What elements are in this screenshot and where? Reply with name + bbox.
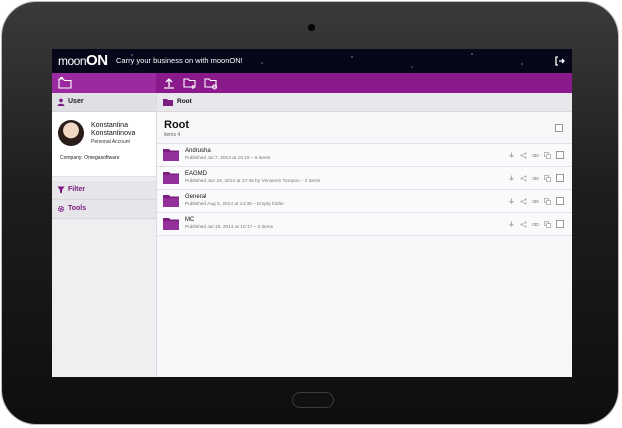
filter-label: Filter	[68, 186, 86, 193]
user-section-header[interactable]: User	[52, 93, 156, 112]
folder-name[interactable]: Andrusha	[185, 148, 211, 154]
folder-row-eagmd[interactable]: EAGMD Published Jun 24, 2014 at 17:45 by…	[157, 166, 572, 189]
folder-icon	[163, 149, 179, 161]
link-icon[interactable]	[532, 198, 539, 205]
logo-text: moon	[58, 54, 87, 68]
folder-icon[interactable]	[58, 76, 72, 90]
share-icon[interactable]	[520, 175, 527, 182]
user-card: Konstantina Konstantinova Personal Accou…	[52, 112, 156, 177]
row-actions	[508, 174, 564, 182]
filter-section[interactable]: Filter	[52, 181, 156, 200]
home-button[interactable]	[292, 392, 334, 408]
row-actions	[508, 151, 564, 159]
user-last-name: Konstantinova	[91, 130, 136, 137]
row-checkbox[interactable]	[556, 220, 564, 228]
folder-row-mc[interactable]: MC Published Jul 18, 2014 at 10:17 – 2 i…	[157, 212, 572, 236]
top-bar: moonON Carry your business on with moonO…	[52, 49, 572, 73]
folder-icon	[163, 218, 179, 230]
folder-name[interactable]: MC	[185, 217, 194, 223]
row-actions	[508, 197, 564, 205]
row-checkbox[interactable]	[556, 151, 564, 159]
download-icon[interactable]	[508, 152, 515, 159]
user-name: Konstantina Konstantinova	[91, 122, 135, 138]
account-type: Personal Account	[91, 139, 130, 145]
tools-label: Tools	[68, 205, 87, 212]
toolbar	[52, 73, 572, 93]
logo-strong: ON	[86, 52, 108, 69]
breadcrumb[interactable]: Root	[157, 93, 572, 112]
folder-list: Andrusha Published Jul 7, 2014 at 16:19 …	[157, 143, 572, 236]
folder-icon	[163, 172, 179, 184]
copy-icon[interactable]	[544, 174, 551, 182]
page-title: Root	[164, 119, 190, 131]
item-count: items 4	[164, 132, 181, 138]
share-icon[interactable]	[520, 152, 527, 159]
gear-icon	[57, 205, 65, 213]
sidebar: User Konstantina Konstantinova Personal …	[52, 93, 157, 377]
copy-icon[interactable]	[544, 220, 551, 228]
app-screen: moonON Carry your business on with moonO…	[52, 49, 572, 377]
folder-name[interactable]: EAGMD	[185, 171, 207, 177]
tagline: Carry your business on with moonON!	[116, 56, 243, 65]
tools-section[interactable]: Tools	[52, 200, 156, 219]
link-icon[interactable]	[532, 152, 539, 159]
user-first-name: Konstantina	[91, 122, 128, 129]
user-icon	[57, 98, 65, 106]
row-checkbox[interactable]	[556, 174, 564, 182]
download-icon[interactable]	[508, 198, 515, 205]
folder-name[interactable]: General	[185, 194, 206, 200]
logout-icon[interactable]	[554, 55, 566, 67]
folder-meta: Published Jul 7, 2014 at 16:19 – 5 items	[185, 156, 271, 161]
folder-icon	[163, 99, 173, 106]
folder-row-general[interactable]: General Published Aug 5, 2014 at 14:38 –…	[157, 189, 572, 212]
breadcrumb-label: Root	[177, 98, 192, 105]
download-icon[interactable]	[508, 221, 515, 228]
avatar[interactable]	[58, 120, 84, 146]
folder-meta: Published Aug 5, 2014 at 14:38 – Empty f…	[185, 202, 284, 207]
download-icon[interactable]	[508, 175, 515, 182]
filter-icon	[57, 186, 65, 194]
logo[interactable]: moonON	[58, 52, 108, 69]
share-icon[interactable]	[520, 221, 527, 228]
folder-row-andrusha[interactable]: Andrusha Published Jul 7, 2014 at 16:19 …	[157, 143, 572, 166]
share-icon[interactable]	[520, 198, 527, 205]
company-name: Company: Omegasoftware	[60, 155, 120, 161]
folder-settings-icon[interactable]	[204, 76, 218, 90]
link-icon[interactable]	[532, 221, 539, 228]
upload-icon[interactable]	[162, 76, 176, 90]
user-section-label: User	[68, 98, 84, 105]
copy-icon[interactable]	[544, 151, 551, 159]
folder-meta: Published Jun 24, 2014 at 17:45 by Venia…	[185, 179, 321, 184]
select-all-checkbox[interactable]	[555, 124, 563, 132]
link-icon[interactable]	[532, 175, 539, 182]
camera	[308, 24, 315, 31]
folder-icon	[163, 195, 179, 207]
new-folder-icon[interactable]	[183, 76, 197, 90]
main-content: Root Root items 4 Andrusha Published Jul…	[157, 93, 572, 377]
row-checkbox[interactable]	[556, 197, 564, 205]
toolbar-left	[52, 73, 156, 93]
copy-icon[interactable]	[544, 197, 551, 205]
row-actions	[508, 220, 564, 228]
folder-meta: Published Jul 18, 2014 at 10:17 – 2 item…	[185, 225, 274, 230]
